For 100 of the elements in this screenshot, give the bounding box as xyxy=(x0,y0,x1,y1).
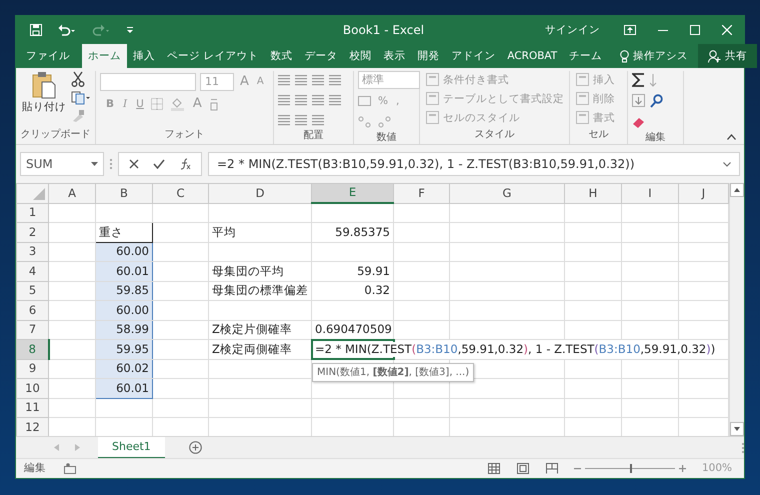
phonetic-icon[interactable] xyxy=(208,97,219,111)
ribbon-tab[interactable]: チーム xyxy=(563,44,608,68)
ribbon-display-icon[interactable] xyxy=(624,25,636,35)
enter-icon[interactable] xyxy=(153,159,165,169)
paste-button[interactable]: 貼り付け xyxy=(20,71,68,128)
font-name-field[interactable] xyxy=(100,73,196,91)
scissors-icon[interactable] xyxy=(71,71,85,87)
table-cell[interactable]: 60.00 xyxy=(96,242,152,262)
align-middle-icon[interactable] xyxy=(295,74,308,86)
row-header[interactable]: 10 xyxy=(16,378,48,398)
close-icon[interactable] xyxy=(722,25,732,35)
fill-down-icon[interactable] xyxy=(632,94,646,108)
align-left-icon[interactable] xyxy=(278,94,291,106)
ribbon-tab[interactable]: 開発 xyxy=(411,44,446,68)
table-cell[interactable]: 59.95 xyxy=(96,340,152,359)
ribbon-tab[interactable]: ページ レイアウト xyxy=(161,44,264,68)
table-cell[interactable]: 60.02 xyxy=(96,359,152,378)
collapse-ribbon-icon[interactable] xyxy=(727,134,736,140)
scroll-up-icon[interactable] xyxy=(730,183,744,197)
table-cell[interactable]: 平均 xyxy=(208,222,312,242)
row-header[interactable]: 3 xyxy=(16,242,48,262)
maximize-icon[interactable] xyxy=(690,25,700,35)
insert-function-icon[interactable] xyxy=(179,158,191,170)
align-top-icon[interactable] xyxy=(278,74,291,86)
cell-formula[interactable]: =2 * MIN(Z.TEST(B3:B10,59.91,0.32), 1 - Z.TEST(B3:B10,59.91,0.32)) xyxy=(315,342,716,357)
add-sheet-icon[interactable] xyxy=(188,441,202,454)
ribbon-tab[interactable]: ホーム xyxy=(82,44,127,68)
orientation-icon[interactable] xyxy=(312,114,325,126)
select-all-icon[interactable] xyxy=(33,188,45,200)
table-cell[interactable]: 60.00 xyxy=(96,300,152,320)
name-box[interactable]: SUM xyxy=(20,152,104,176)
scroll-down-icon[interactable] xyxy=(730,422,744,436)
customize-icon[interactable] xyxy=(126,26,134,34)
zoom-in-icon[interactable] xyxy=(678,465,686,472)
ribbon-tab[interactable]: 表示 xyxy=(377,44,412,68)
table-cell[interactable]: 60.01 xyxy=(96,262,152,281)
next-sheet-icon[interactable] xyxy=(75,444,80,451)
sheet-tab[interactable]: Sheet1 xyxy=(98,436,165,458)
ribbon-tab[interactable]: 校閲 xyxy=(343,44,378,68)
eraser-icon[interactable] xyxy=(632,116,646,128)
formula-input[interactable]: =2 * MIN(Z.TEST(B3:B10,59.91,0.32), 1 - Z.TEST(B3:B10,59.91,0.32)) xyxy=(208,152,740,176)
column-header[interactable]: C xyxy=(152,184,208,203)
row-header[interactable]: 4 xyxy=(16,262,48,281)
column-header[interactable]: D xyxy=(208,184,312,203)
ribbon-tab[interactable]: 数式 xyxy=(264,44,298,68)
previous-sheet-icon[interactable] xyxy=(54,444,59,451)
table-cell[interactable]: 58.99 xyxy=(96,320,152,340)
column-header[interactable]: G xyxy=(450,184,564,203)
row-header[interactable]: 2 xyxy=(16,222,48,242)
table-cell[interactable]: 59.85 xyxy=(96,281,152,300)
table-cell[interactable]: 0.32 xyxy=(312,281,394,300)
merge-icon[interactable] xyxy=(329,94,342,106)
table-cell[interactable]: 59.91 xyxy=(312,262,394,281)
center-icon[interactable] xyxy=(295,94,308,106)
zoom-out-icon[interactable] xyxy=(574,465,581,472)
column-header[interactable]: I xyxy=(622,184,678,203)
page-break-view-icon[interactable] xyxy=(546,463,558,474)
row-header[interactable]: 1 xyxy=(16,203,48,222)
table-cell[interactable]: 59.85375 xyxy=(312,222,394,242)
row-header[interactable]: 9 xyxy=(16,359,48,378)
page-layout-view-icon[interactable] xyxy=(516,463,529,474)
increase-indent-icon[interactable] xyxy=(295,114,308,126)
row-header[interactable]: 8 xyxy=(16,340,48,359)
tell-me-button[interactable]: 操作アシス xyxy=(614,44,694,68)
vertical-scrollbar[interactable] xyxy=(729,183,744,436)
ribbon-tab[interactable]: ファイル xyxy=(20,44,82,68)
share-button[interactable]: 共有 xyxy=(698,44,758,68)
table-cell[interactable]: 重さ xyxy=(96,222,152,242)
expand-caret-icon[interactable] xyxy=(723,162,731,166)
undo-icon[interactable] xyxy=(58,24,76,36)
border-icon[interactable] xyxy=(150,98,165,110)
align-bottom-icon[interactable] xyxy=(312,74,325,86)
column-header[interactable]: J xyxy=(678,184,728,203)
align-right-icon[interactable] xyxy=(312,94,325,106)
column-header[interactable]: F xyxy=(394,184,450,203)
zoom-thumb[interactable] xyxy=(630,464,632,473)
table-cell[interactable]: 母集団の平均 xyxy=(208,262,312,281)
column-header[interactable]: E xyxy=(312,184,394,203)
autosum-icon[interactable] xyxy=(632,73,646,87)
dropdown-caret-icon[interactable] xyxy=(91,162,98,166)
table-cell[interactable]: Z検定片側確率 xyxy=(208,320,312,340)
search-icon[interactable] xyxy=(650,94,664,108)
decrease-indent-icon[interactable] xyxy=(278,114,291,126)
row-header[interactable]: 6 xyxy=(16,300,48,320)
table-cell[interactable]: 60.01 xyxy=(96,378,152,398)
row-header[interactable]: 11 xyxy=(16,398,48,418)
row-header[interactable]: 12 xyxy=(16,418,48,437)
currency-icon[interactable] xyxy=(358,95,372,107)
cancel-icon[interactable] xyxy=(129,159,139,169)
normal-view-icon[interactable] xyxy=(488,463,500,474)
column-header[interactable]: B xyxy=(96,184,152,203)
row-header[interactable]: 5 xyxy=(16,281,48,300)
ribbon-tab[interactable]: データ xyxy=(298,44,344,68)
row-header[interactable]: 7 xyxy=(16,320,48,340)
column-header[interactable]: A xyxy=(48,184,96,203)
save-icon[interactable] xyxy=(30,24,42,36)
sign-in-link[interactable]: サインイン xyxy=(543,22,602,38)
ribbon-tab[interactable]: ACROBAT xyxy=(501,44,564,68)
wrap-text-icon[interactable] xyxy=(329,74,342,86)
macro-record-icon[interactable] xyxy=(64,463,76,474)
